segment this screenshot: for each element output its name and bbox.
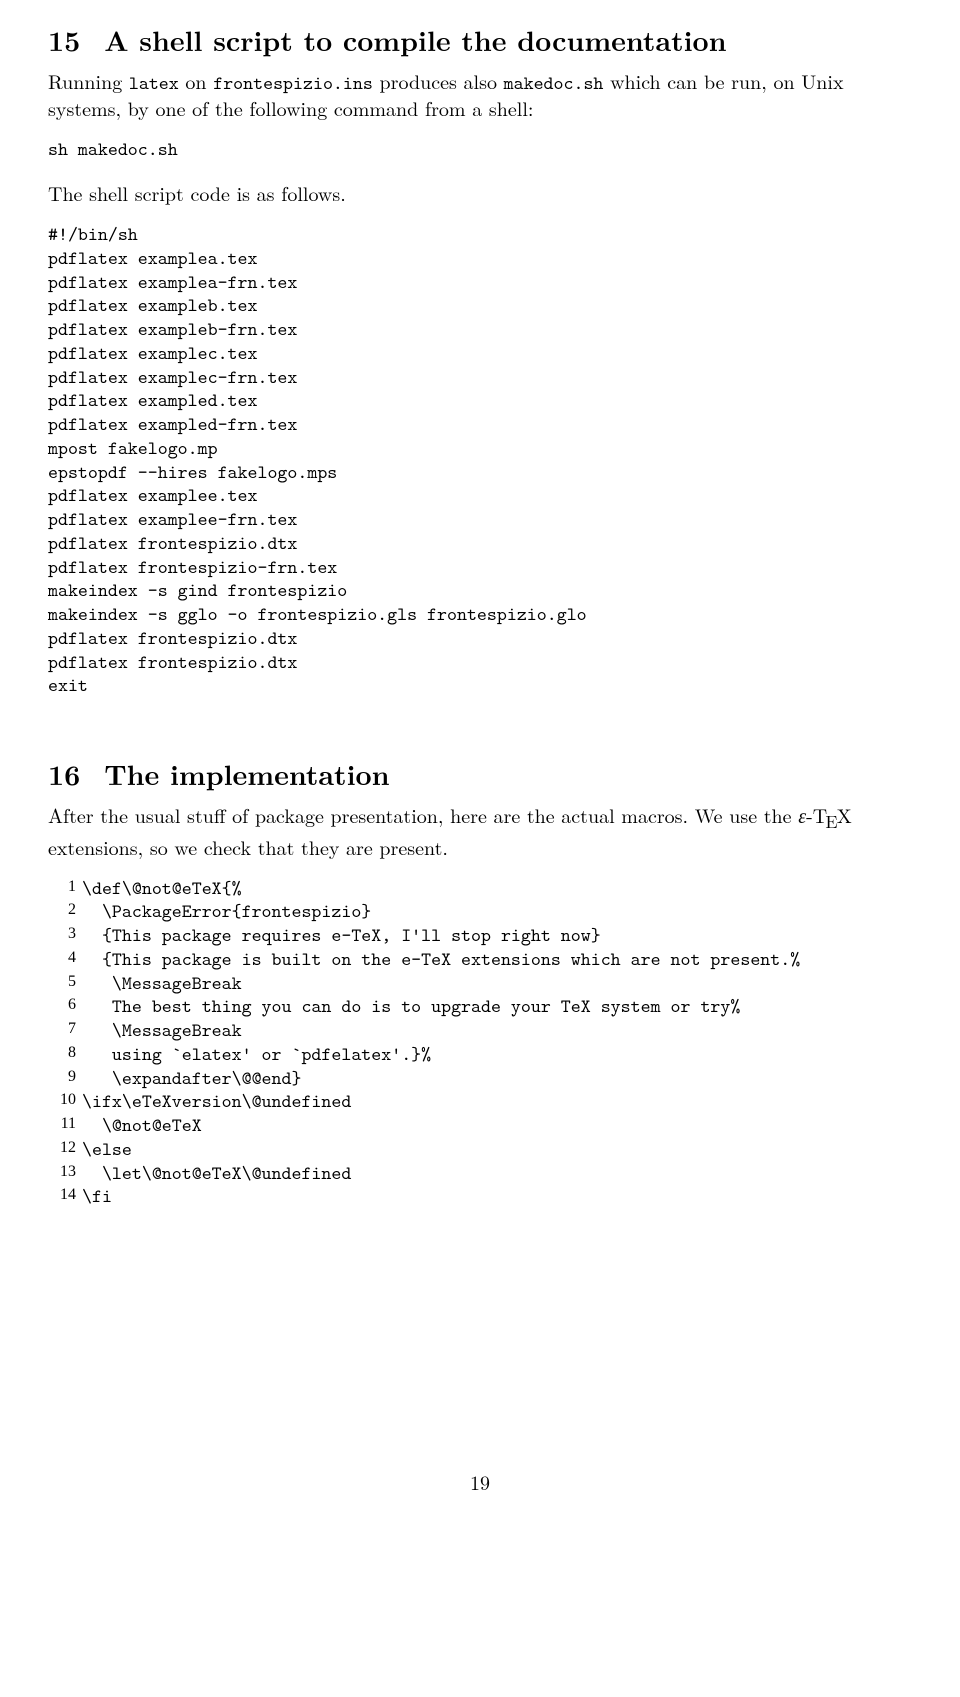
line-number: 11 [48,1114,82,1138]
text: After the usual stuff of package present… [48,800,798,829]
section-16-heading: 16The implementation [48,758,912,792]
line-code: {This package is built on the e-TeX exte… [82,948,800,972]
line-code: \fi [82,1185,112,1209]
text: produces also [373,66,504,95]
code-line: 1\def\@not@eTeX{% [48,877,912,901]
shell-script-block: #!/bin/sh pdflatex examplea.tex pdflatex… [48,223,912,698]
line-number: 10 [48,1090,82,1114]
section-16-para: After the usual stuff of package present… [48,802,912,859]
code-line: 9 \expandafter\@@end} [48,1067,912,1091]
page-number: 19 [48,1469,912,1494]
section-15-number: 15 [48,24,80,58]
line-code: \@not@eTeX [82,1114,202,1138]
line-number: 8 [48,1043,82,1067]
line-number: 6 [48,995,82,1019]
line-code: \let\@not@eTeX\@undefined [82,1162,351,1186]
code-line: 6 The best thing you can do is to upgrad… [48,995,912,1019]
shell-command: sh makedoc.sh [48,138,912,162]
line-number: 3 [48,924,82,948]
line-number: 14 [48,1185,82,1209]
line-code: \MessageBreak [82,972,242,996]
section-16-number: 16 [48,758,80,792]
line-code: \MessageBreak [82,1019,242,1043]
line-number: 1 [48,877,82,901]
line-code: using `elatex' or `pdfelatex'.}% [82,1043,431,1067]
tex-x: X [837,800,852,829]
code-line: 11 \@not@eTeX [48,1114,912,1138]
code-line: 4 {This package is built on the e-TeX ex… [48,948,912,972]
numbered-code-block: 1\def\@not@eTeX{%2 \PackageError{frontes… [48,877,912,1210]
text: on [179,66,213,95]
section-15-para-2: The shell script code is as follows. [48,180,912,205]
code-line: 12\else [48,1138,912,1162]
code-line: 8 using `elatex' or `pdfelatex'.}% [48,1043,912,1067]
code-line: 7 \MessageBreak [48,1019,912,1043]
line-number: 7 [48,1019,82,1043]
line-code: \ifx\eTeXversion\@undefined [82,1090,351,1114]
line-code: \PackageError{frontespizio} [82,900,371,924]
code-inline: frontespizio.ins [213,71,373,96]
epsilon-glyph: ε [798,800,806,829]
code-inline: makedoc.sh [504,71,604,96]
section-15-heading: 15A shell script to compile the document… [48,24,912,58]
line-code: The best thing you can do is to upgrade … [82,995,740,1019]
code-line: 10\ifx\eTeXversion\@undefined [48,1090,912,1114]
text: - [806,800,813,829]
code-line: 2 \PackageError{frontespizio} [48,900,912,924]
line-number: 13 [48,1162,82,1186]
section-15-para-1: Running latex on frontespizio.ins produc… [48,68,912,121]
tex-e: E [825,809,837,834]
line-number: 12 [48,1138,82,1162]
line-code: \def\@not@eTeX{% [82,877,242,901]
line-code: \expandafter\@@end} [82,1067,301,1091]
line-number: 2 [48,900,82,924]
code-line: 13 \let\@not@eTeX\@undefined [48,1162,912,1186]
text: extensions, so we check that they are pr… [48,832,448,861]
line-code: {This package requires e-TeX, I'll stop … [82,924,601,948]
line-number: 9 [48,1067,82,1091]
line-code: \else [82,1138,132,1162]
code-line: 3 {This package requires e-TeX, I'll sto… [48,924,912,948]
section-15-title: A shell script to compile the documentat… [104,20,726,60]
text: Running [48,66,129,95]
code-inline: latex [129,71,179,96]
section-16-title: The implementation [104,754,389,794]
code-line: 14\fi [48,1185,912,1209]
line-number: 4 [48,948,82,972]
code-line: 5 \MessageBreak [48,972,912,996]
line-number: 5 [48,972,82,996]
